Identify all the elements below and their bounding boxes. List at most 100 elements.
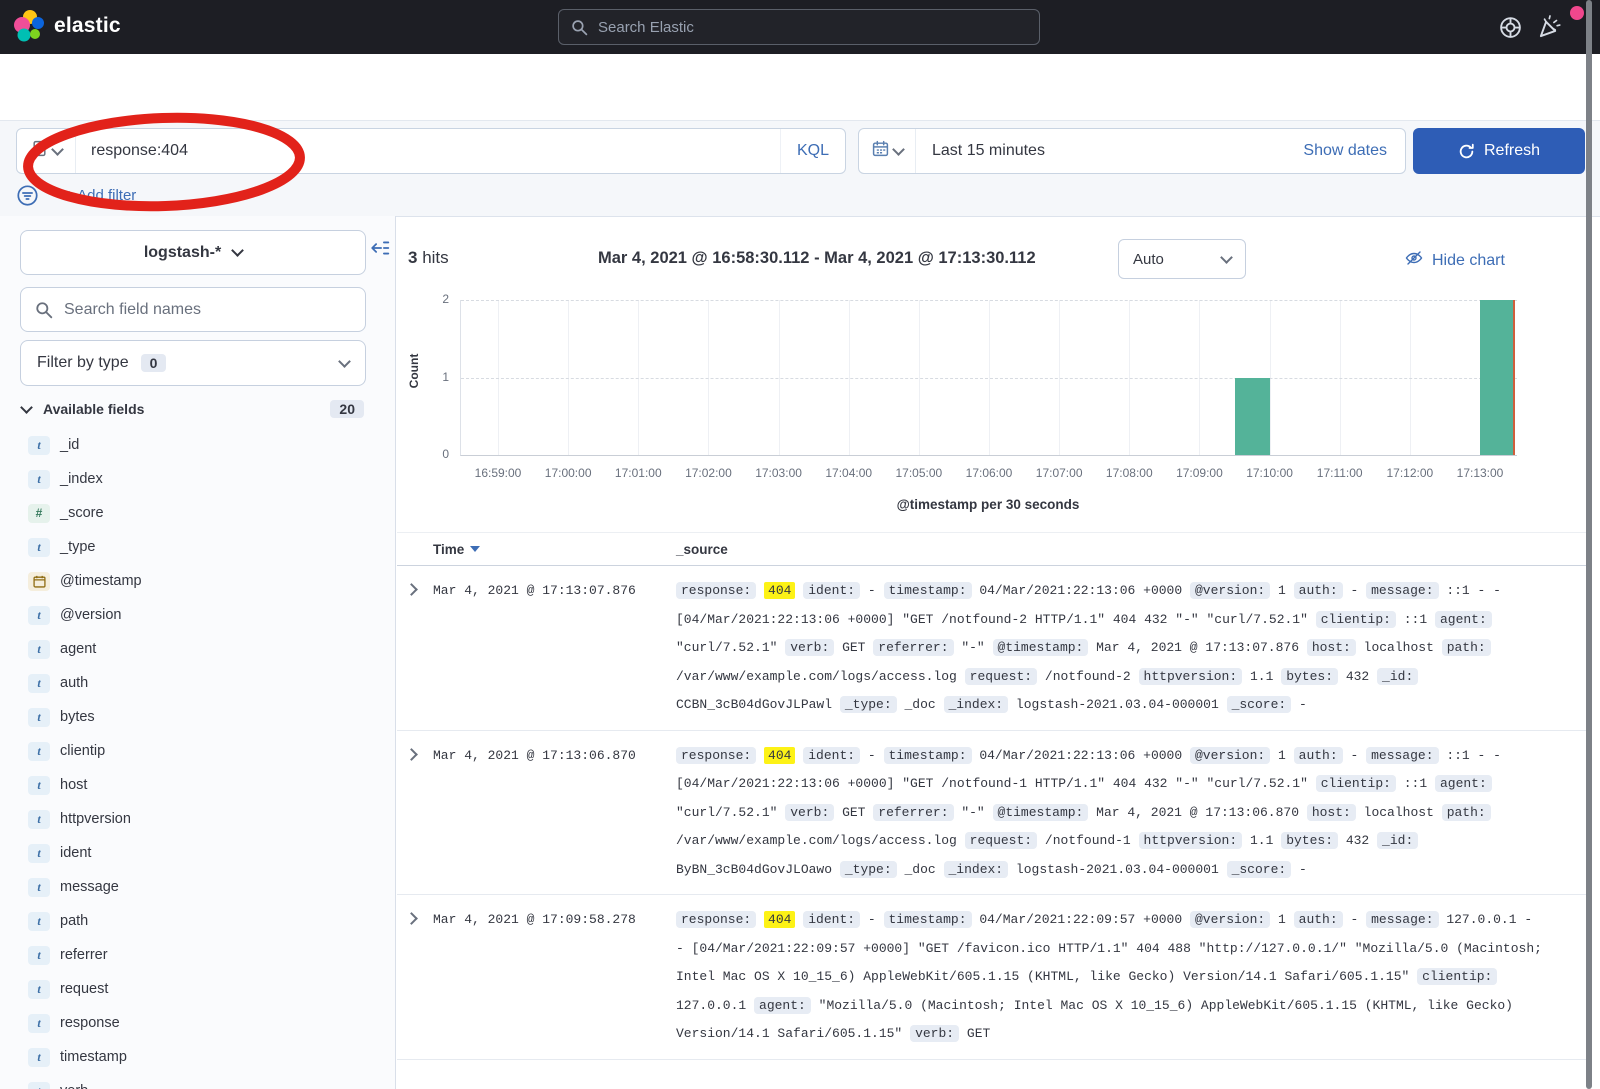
current-time-marker: [1513, 300, 1515, 455]
string-field-type-icon: t: [28, 844, 50, 863]
string-field-type-icon: t: [28, 708, 50, 727]
field-key-chip: bytes:: [1281, 832, 1338, 849]
help-icon[interactable]: [1498, 15, 1523, 45]
field-key-chip: clientip:: [1417, 968, 1497, 985]
expand-row-icon[interactable]: [397, 577, 433, 720]
field-item-verb[interactable]: tverb: [20, 1074, 380, 1089]
field-item-_id[interactable]: t_id: [20, 428, 380, 462]
doc-time-cell: Mar 4, 2021 @ 17:13:07.876: [433, 577, 676, 720]
x-axis-tick-label: 17:08:00: [1089, 466, 1169, 480]
hide-chart-label: Hide chart: [1432, 252, 1505, 270]
collapse-sidebar-icon[interactable]: [370, 238, 390, 263]
field-item-response[interactable]: tresponse: [20, 1006, 380, 1040]
field-item-@timestamp[interactable]: @timestamp: [20, 564, 380, 598]
field-item-timestamp[interactable]: ttimestamp: [20, 1040, 380, 1074]
query-language-button[interactable]: KQL: [780, 129, 845, 173]
filter-bar: + Add filter: [16, 184, 136, 207]
doc-time-cell: Mar 4, 2021 @ 17:09:58.278: [433, 906, 676, 1049]
field-item-auth[interactable]: tauth: [20, 666, 380, 700]
field-item-bytes[interactable]: tbytes: [20, 700, 380, 734]
query-input[interactable]: response:404 KQL: [16, 128, 846, 174]
query-text[interactable]: response:404: [76, 142, 780, 160]
chart-time-range: Mar 4, 2021 @ 16:58:30.112 - Mar 4, 2021…: [598, 249, 1036, 268]
field-value: "curl/7.52.1": [676, 805, 777, 820]
field-name: bytes: [60, 709, 95, 725]
sort-desc-icon[interactable]: [470, 546, 480, 552]
field-value: ::1: [1404, 776, 1427, 791]
field-search-input[interactable]: Search field names: [20, 287, 366, 332]
field-value: /notfound-1: [1045, 833, 1131, 848]
field-item-_type[interactable]: t_type: [20, 530, 380, 564]
field-item-@version[interactable]: t@version: [20, 598, 380, 632]
newsfeed-icon[interactable]: [1537, 14, 1563, 45]
saved-query-menu-button[interactable]: [17, 129, 76, 173]
elastic-home-link[interactable]: elastic: [14, 10, 121, 42]
date-quick-select-button[interactable]: [859, 129, 916, 173]
highlighted-term: 404: [764, 582, 795, 599]
refresh-button[interactable]: Refresh: [1413, 128, 1585, 174]
field-item-_index[interactable]: t_index: [20, 462, 380, 496]
x-axis-tick-label: 16:59:00: [458, 466, 538, 480]
field-key-chip: _index:: [944, 696, 1009, 713]
field-item-host[interactable]: thost: [20, 768, 380, 802]
field-key-chip: @version:: [1190, 911, 1270, 928]
filter-by-type-dropdown[interactable]: Filter by type 0: [20, 340, 366, 386]
hits-count: 3 hits: [408, 248, 449, 268]
global-search-placeholder: Search Elastic: [598, 19, 694, 36]
histogram-bar[interactable]: [1235, 378, 1270, 456]
field-key-chip: referrer:: [873, 639, 953, 656]
show-dates-button[interactable]: Show dates: [1303, 142, 1405, 160]
field-key-chip: auth:: [1294, 747, 1343, 764]
field-item-message[interactable]: tmessage: [20, 870, 380, 904]
available-fields-header[interactable]: Available fields 20: [22, 400, 366, 418]
field-item-agent[interactable]: tagent: [20, 632, 380, 666]
app-nav-bar: D Discover NewSaveOpenShareInspect: [0, 54, 1600, 121]
x-axis-tick-label: 17:00:00: [528, 466, 608, 480]
field-key-chip: @version:: [1190, 747, 1270, 764]
field-item-path[interactable]: tpath: [20, 904, 380, 938]
search-icon: [571, 19, 588, 36]
field-key-chip: _score:: [1227, 696, 1292, 713]
x-axis-tick-label: 17:10:00: [1230, 466, 1310, 480]
field-item-httpversion[interactable]: thttpversion: [20, 802, 380, 836]
field-item-clientip[interactable]: tclientip: [20, 734, 380, 768]
column-header-source: _source: [676, 542, 1588, 557]
x-axis-tick-label: 17:07:00: [1019, 466, 1099, 480]
field-item-referrer[interactable]: treferrer: [20, 938, 380, 972]
field-item-ident[interactable]: tident: [20, 836, 380, 870]
field-item-_score[interactable]: #_score: [20, 496, 380, 530]
field-name: _type: [60, 539, 95, 555]
expand-row-icon[interactable]: [397, 742, 433, 885]
x-axis-tick-label: 17:09:00: [1159, 466, 1239, 480]
field-value: -: [868, 583, 876, 598]
interval-select[interactable]: Auto: [1118, 239, 1246, 279]
calendar-icon: [872, 140, 889, 162]
global-header: elastic Search Elastic: [0, 0, 1600, 54]
doc-table-row: Mar 4, 2021 @ 17:09:58.278response: 404 …: [397, 895, 1588, 1060]
field-key-chip: verb:: [785, 804, 834, 821]
hide-chart-button[interactable]: Hide chart: [1404, 248, 1505, 273]
time-range-value[interactable]: Last 15 minutes: [916, 142, 1303, 160]
string-field-type-icon: t: [28, 1014, 50, 1033]
scrollbar[interactable]: [1586, 0, 1592, 1089]
global-search-input[interactable]: Search Elastic: [558, 9, 1040, 45]
expand-row-icon[interactable]: [397, 906, 433, 1049]
field-key-chip: agent:: [1435, 775, 1492, 792]
filter-icon[interactable]: [16, 184, 39, 207]
field-value: _doc: [904, 862, 935, 877]
x-axis-tick-label: 17:03:00: [739, 466, 819, 480]
field-value: localhost: [1364, 640, 1434, 655]
add-filter-button[interactable]: + Add filter: [65, 187, 136, 204]
column-header-time[interactable]: Time: [433, 542, 676, 557]
field-key-chip: _id:: [1377, 668, 1418, 685]
field-value: "-": [961, 640, 984, 655]
field-value: -: [1299, 862, 1307, 877]
field-key-chip: _index:: [944, 861, 1009, 878]
field-key-chip: _score:: [1227, 861, 1292, 878]
field-key-chip: clientip:: [1316, 775, 1396, 792]
index-pattern-select[interactable]: logstash-*: [20, 230, 366, 275]
doc-time-cell: Mar 4, 2021 @ 17:13:06.870: [433, 742, 676, 885]
field-item-request[interactable]: trequest: [20, 972, 380, 1006]
field-name: ident: [60, 845, 91, 861]
histogram-bar[interactable]: [1480, 300, 1515, 455]
